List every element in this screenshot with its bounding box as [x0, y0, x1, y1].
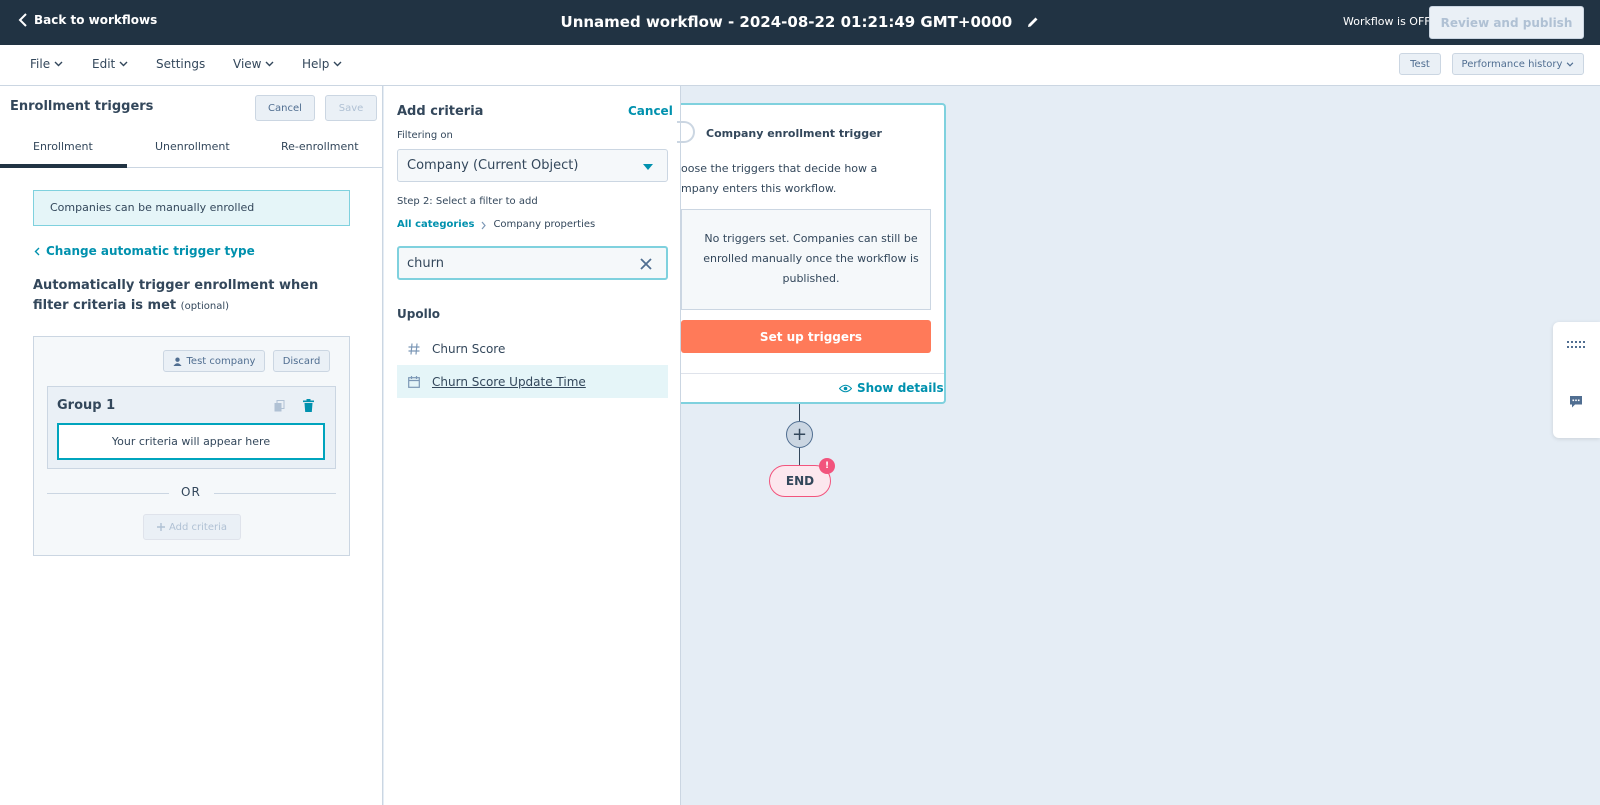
- menu-help[interactable]: Help: [302, 57, 342, 71]
- change-link-label: Change automatic trigger type: [46, 244, 255, 258]
- menu-settings[interactable]: Settings: [156, 57, 205, 71]
- menu-help-label: Help: [302, 57, 330, 71]
- caret-down-icon: [643, 164, 653, 170]
- performance-history-button[interactable]: Performance history: [1452, 53, 1584, 75]
- hash-icon: [408, 342, 420, 355]
- optional-label: (optional): [180, 301, 230, 312]
- grid-dots-icon[interactable]: [1567, 338, 1585, 352]
- criteria-group: Group 1 Your criteria will appear here: [47, 386, 336, 469]
- tab-unenrollment[interactable]: Unenrollment: [155, 140, 230, 153]
- menu-settings-label: Settings: [156, 57, 206, 71]
- active-tab-indicator: [0, 164, 127, 168]
- test-company-button[interactable]: Test company: [163, 350, 265, 372]
- result-label: Churn Score Update Time: [432, 374, 586, 389]
- discard-button[interactable]: Discard: [273, 350, 330, 372]
- divider: [214, 493, 336, 494]
- chevron-down-icon: [333, 61, 342, 67]
- test-button[interactable]: Test: [1399, 53, 1441, 75]
- chevron-down-icon: [119, 61, 128, 67]
- property-search: [397, 246, 668, 280]
- connector-line: [799, 448, 800, 466]
- divider: [681, 373, 944, 374]
- card-title: Company enrollment trigger: [706, 127, 882, 140]
- panel-title: Enrollment triggers: [10, 99, 154, 114]
- menu-view-label: View: [233, 57, 262, 71]
- add-criteria-title: Add criteria: [397, 104, 484, 119]
- tab-enrollment[interactable]: Enrollment: [33, 140, 93, 153]
- group-title: Group 1: [57, 398, 116, 413]
- breadcrumb-current: Company properties: [493, 219, 596, 230]
- chevron-down-icon: [1567, 61, 1574, 67]
- auto-trigger-heading: Automatically trigger enrollment when fi…: [33, 276, 353, 317]
- show-details-link[interactable]: Show details: [839, 381, 944, 395]
- test-company-label: Test company: [186, 355, 256, 367]
- chevron-down-icon: [54, 61, 63, 67]
- person-icon: [172, 357, 182, 366]
- cancel-link[interactable]: Cancel: [628, 104, 673, 118]
- step-label: Step 2: Select a filter to add: [397, 196, 538, 207]
- chevron-down-icon: [265, 61, 274, 67]
- no-triggers-message: No triggers set. Companies can still be …: [681, 209, 931, 310]
- side-dock: [1553, 322, 1600, 438]
- trash-icon[interactable]: [303, 399, 314, 412]
- menu-file-label: File: [30, 57, 51, 71]
- cancel-button[interactable]: Cancel: [255, 95, 315, 121]
- result-item[interactable]: Churn Score: [397, 332, 668, 365]
- card-description: oose the triggers that decide how a mpan…: [681, 159, 921, 199]
- breadcrumb: All categories Company properties: [397, 219, 595, 230]
- manual-enrollment-note: Companies can be manually enrolled: [33, 190, 350, 226]
- result-label: Churn Score: [432, 341, 506, 356]
- menu-bar: File Edit Settings View Help Test Perfor…: [0, 45, 1600, 86]
- performance-history-label: Performance history: [1461, 58, 1563, 70]
- tab-re-enrollment[interactable]: Re-enrollment: [281, 140, 359, 153]
- add-criteria-button[interactable]: Add criteria: [143, 514, 241, 540]
- add-action-button[interactable]: +: [786, 421, 813, 448]
- card-description-line: mpany enters this workflow.: [681, 182, 837, 195]
- menu-file[interactable]: File: [30, 57, 63, 71]
- menu-edit[interactable]: Edit: [92, 57, 128, 71]
- auto-heading-text: Automatically trigger enrollment when fi…: [33, 278, 319, 313]
- menu-edit-label: Edit: [92, 57, 116, 71]
- close-icon[interactable]: [640, 258, 652, 270]
- workflow-status: Workflow is OFF: [1343, 15, 1431, 28]
- object-select[interactable]: Company (Current Object): [397, 149, 668, 182]
- error-badge: !: [819, 458, 835, 474]
- workflow-title-text: Unnamed workflow - 2024-08-22 01:21:49 G…: [560, 13, 1013, 31]
- section-heading: Upollo: [397, 307, 441, 321]
- chevron-right-icon: [481, 221, 487, 230]
- add-criteria-panel: Add criteria Cancel Filtering on Company…: [384, 86, 681, 805]
- calendar-icon: [408, 375, 420, 388]
- criteria-placeholder[interactable]: Your criteria will appear here: [57, 423, 325, 460]
- or-label: OR: [181, 485, 201, 499]
- connector-line: [799, 404, 800, 422]
- plus-icon: [156, 523, 165, 531]
- filtering-on-label: Filtering on: [397, 130, 453, 141]
- clone-icon[interactable]: [274, 400, 285, 412]
- chevron-left-icon: [34, 247, 40, 255]
- divider: [47, 493, 169, 494]
- change-trigger-type-link[interactable]: Change automatic trigger type: [34, 244, 255, 258]
- eye-icon: [839, 384, 852, 392]
- show-details-label: Show details: [857, 381, 944, 395]
- search-input[interactable]: [407, 254, 627, 272]
- breadcrumb-all-categories[interactable]: All categories: [397, 219, 474, 230]
- menu-view[interactable]: View: [233, 57, 274, 71]
- result-item[interactable]: Churn Score Update Time: [397, 365, 668, 398]
- object-select-value: Company (Current Object): [407, 158, 579, 173]
- add-criteria-label: Add criteria: [168, 521, 228, 533]
- app-frame: Back to workflows Unnamed workflow - 202…: [0, 0, 1600, 805]
- comment-icon[interactable]: [1567, 395, 1585, 409]
- enrollment-tabs: Enrollment Unenrollment Re-enrollment: [0, 128, 383, 168]
- enrollment-triggers-panel: Enrollment triggers Cancel Save Enrollme…: [0, 86, 383, 805]
- review-and-publish-button[interactable]: Review and publish: [1429, 6, 1584, 39]
- top-bar: Back to workflows Unnamed workflow - 202…: [0, 0, 1600, 45]
- criteria-container: Test company Discard Group 1 Your criter…: [33, 336, 350, 556]
- save-button[interactable]: Save: [325, 95, 377, 121]
- building-icon: [677, 121, 695, 143]
- card-description-line: oose the triggers that decide how a: [681, 162, 878, 175]
- pencil-icon[interactable]: [1027, 14, 1039, 32]
- set-up-triggers-button[interactable]: Set up triggers: [681, 320, 931, 353]
- trigger-card[interactable]: Company enrollment trigger oose the trig…: [677, 103, 946, 404]
